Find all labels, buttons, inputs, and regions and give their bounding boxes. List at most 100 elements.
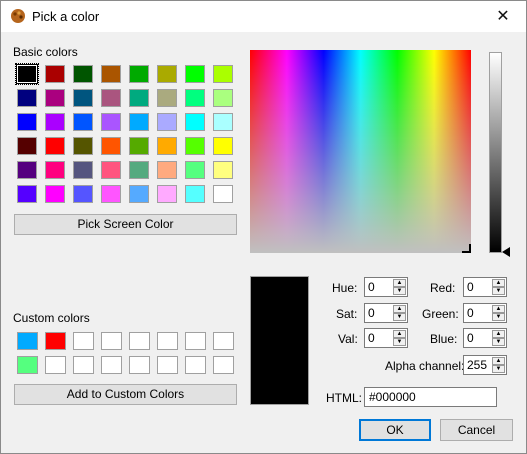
spin-up-icon[interactable]: ▲ [393,330,406,338]
basic-color-swatch[interactable] [17,161,37,179]
basic-color-swatch[interactable] [185,113,205,131]
basic-color-swatch[interactable] [157,161,177,179]
blue-spinbox[interactable]: 0 ▲ ▼ [463,328,507,348]
basic-color-swatch[interactable] [157,185,177,203]
close-icon: ✕ [496,8,510,25]
custom-color-swatch[interactable] [101,356,122,374]
spectrum-crosshair [462,244,471,253]
basic-color-swatch[interactable] [185,137,205,155]
custom-color-swatch[interactable] [185,356,206,374]
basic-color-swatch[interactable] [17,113,37,131]
custom-color-swatch[interactable] [185,332,206,350]
hue-spinbox[interactable]: 0 ▲ ▼ [364,277,408,297]
basic-color-swatch[interactable] [129,185,149,203]
basic-color-swatch[interactable] [101,113,121,131]
pick-screen-color-button[interactable]: Pick Screen Color [14,214,237,235]
basic-color-swatch[interactable] [101,137,121,155]
spin-up-icon[interactable]: ▲ [492,305,505,313]
basic-color-swatch[interactable] [213,113,233,131]
basic-color-swatch[interactable] [185,65,205,83]
custom-color-swatch[interactable] [129,332,150,350]
basic-color-swatch[interactable] [213,137,233,155]
basic-color-swatch[interactable] [101,185,121,203]
spin-up-icon[interactable]: ▲ [492,279,505,287]
val-spinbox[interactable]: 0 ▲ ▼ [364,328,408,348]
spin-up-icon[interactable]: ▲ [492,330,505,338]
custom-color-swatch[interactable] [157,356,178,374]
basic-color-swatch[interactable] [213,161,233,179]
basic-color-swatch[interactable] [45,137,65,155]
custom-color-swatch[interactable] [45,332,66,350]
spin-down-icon[interactable]: ▼ [393,338,406,346]
html-hex-input[interactable]: #000000 [364,387,497,407]
basic-color-swatch[interactable] [157,137,177,155]
basic-color-swatch[interactable] [17,137,37,155]
close-button[interactable]: ✕ [480,1,526,32]
basic-color-swatch[interactable] [157,113,177,131]
spin-up-icon[interactable]: ▲ [393,305,406,313]
basic-color-swatch[interactable] [157,65,177,83]
basic-color-swatch[interactable] [185,89,205,107]
custom-color-swatch[interactable] [45,356,66,374]
spin-down-icon[interactable]: ▼ [492,287,505,295]
sat-spinbox[interactable]: 0 ▲ ▼ [364,303,408,323]
red-spinbox[interactable]: 0 ▲ ▼ [463,277,507,297]
luminance-slider[interactable] [489,52,502,253]
basic-color-swatch[interactable] [101,65,121,83]
spin-down-icon[interactable]: ▼ [393,287,406,295]
basic-color-swatch[interactable] [185,185,205,203]
basic-color-swatch[interactable] [17,185,37,203]
spin-down-icon[interactable]: ▼ [393,313,406,321]
basic-color-swatch[interactable] [45,89,65,107]
spin-down-icon[interactable]: ▼ [492,365,505,373]
basic-color-swatch[interactable] [101,161,121,179]
basic-color-swatch[interactable] [73,185,93,203]
custom-color-swatch[interactable] [129,356,150,374]
spin-up-icon[interactable]: ▲ [393,279,406,287]
custom-color-swatch[interactable] [157,332,178,350]
basic-color-swatch[interactable] [129,137,149,155]
custom-color-swatch[interactable] [213,356,234,374]
basic-color-swatch[interactable] [45,65,65,83]
ok-label: OK [386,423,404,437]
custom-color-swatch[interactable] [73,356,94,374]
basic-color-swatch[interactable] [129,89,149,107]
basic-color-swatch[interactable] [45,185,65,203]
basic-color-swatch[interactable] [213,65,233,83]
add-to-custom-colors-button[interactable]: Add to Custom Colors [14,384,237,405]
basic-color-swatch[interactable] [73,89,93,107]
basic-color-swatch[interactable] [73,137,93,155]
basic-color-swatch[interactable] [157,89,177,107]
basic-color-swatch[interactable] [129,65,149,83]
custom-color-swatch[interactable] [101,332,122,350]
basic-color-swatch[interactable] [45,113,65,131]
basic-color-swatch[interactable] [185,161,205,179]
basic-colors-label: Basic colors [13,45,78,59]
basic-color-swatch[interactable] [15,63,39,85]
green-spinbox[interactable]: 0 ▲ ▼ [463,303,507,323]
basic-color-swatch[interactable] [73,161,93,179]
custom-color-swatch[interactable] [73,332,94,350]
basic-color-swatch[interactable] [73,113,93,131]
basic-color-swatch[interactable] [17,89,37,107]
ok-button[interactable]: OK [359,419,431,441]
html-label: HTML: [326,391,362,405]
basic-color-swatch[interactable] [213,185,233,203]
custom-color-swatch[interactable] [213,332,234,350]
custom-color-swatch[interactable] [17,332,38,350]
cancel-button[interactable]: Cancel [440,419,513,441]
spin-down-icon[interactable]: ▼ [492,313,505,321]
basic-color-swatch[interactable] [101,89,121,107]
basic-color-swatch[interactable] [45,161,65,179]
basic-color-swatch[interactable] [73,65,93,83]
alpha-spinbox[interactable]: 255 ▲ ▼ [463,355,507,375]
basic-color-swatch[interactable] [129,113,149,131]
spin-up-icon[interactable]: ▲ [492,357,505,365]
spin-down-icon[interactable]: ▼ [492,338,505,346]
basic-color-swatch[interactable] [129,161,149,179]
color-spectrum[interactable] [250,50,471,253]
custom-color-swatch[interactable] [17,356,38,374]
basic-color-swatch[interactable] [213,89,233,107]
window-title: Pick a color [32,9,100,24]
pick-screen-color-label: Pick Screen Color [77,217,174,231]
